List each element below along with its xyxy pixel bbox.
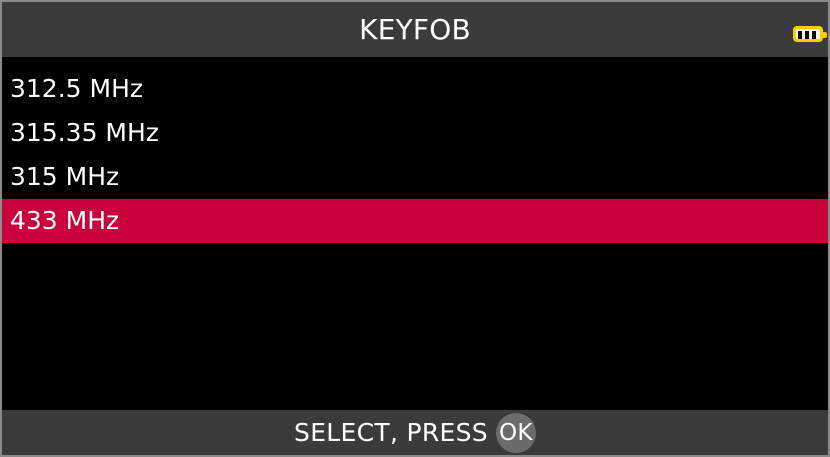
ok-button-icon[interactable]: OK: [495, 412, 536, 453]
footer-instruction-text: SELECT, PRESS: [294, 418, 488, 447]
device-screen: KEYFOB 312.5 MHz 315.35 MHz 315 MHz 433 …: [0, 0, 830, 457]
battery-icon: [793, 26, 827, 42]
list-item-312-5-mhz[interactable]: 312.5 MHz: [2, 67, 828, 111]
list-item-433-mhz[interactable]: 433 MHz: [2, 199, 828, 243]
footer-instruction: SELECT, PRESS OK: [2, 410, 828, 455]
header-bar: KEYFOB: [2, 2, 828, 57]
frequency-list: 312.5 MHz 315.35 MHz 315 MHz 433 MHz: [2, 67, 828, 243]
list-item-315-mhz[interactable]: 315 MHz: [2, 155, 828, 199]
battery-level-bar: [812, 31, 816, 39]
page-title: KEYFOB: [359, 13, 471, 46]
footer-bar: SELECT, PRESS OK: [2, 410, 828, 455]
battery-level-bar: [798, 31, 802, 39]
list-item-315-35-mhz[interactable]: 315.35 MHz: [2, 111, 828, 155]
battery-level-bar: [805, 31, 809, 39]
